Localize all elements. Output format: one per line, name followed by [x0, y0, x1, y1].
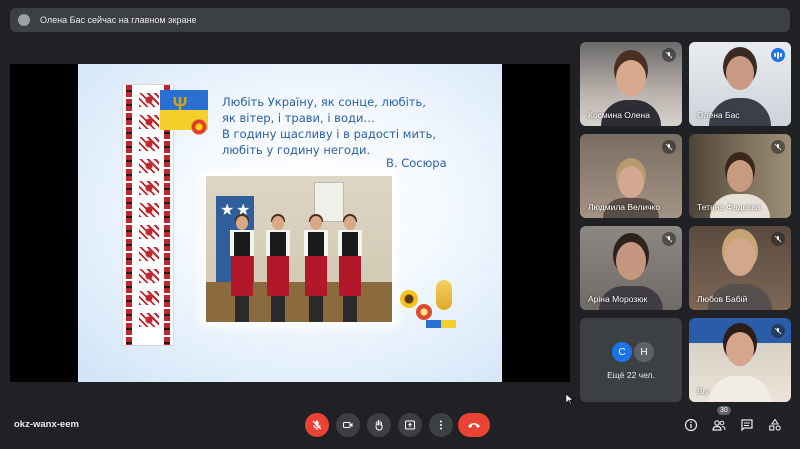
mic-off-icon — [662, 48, 676, 62]
more-options-button[interactable] — [429, 413, 453, 437]
meeting-code[interactable]: okz-wanx-eem — [14, 419, 79, 430]
activities-button[interactable] — [766, 416, 784, 434]
chat-icon — [741, 419, 753, 432]
participant-name: Тетяна Фадєєва — [697, 202, 761, 212]
mic-off-icon — [771, 324, 785, 338]
present-icon — [405, 420, 415, 430]
poem-line: В годину щасливу і в радості мить, — [222, 127, 437, 141]
people-button[interactable] — [710, 416, 728, 434]
participant-name: Любов Бабій — [697, 294, 748, 304]
camera-toggle-button[interactable] — [336, 413, 360, 437]
poem-line: Любіть Україну, як сонце, любіть, — [222, 95, 426, 109]
ukraine-flag-emblem: Ψ — [160, 90, 208, 136]
mic-off-icon — [771, 232, 785, 246]
presentation-stage[interactable]: Ψ Любіть Україну, як сонце, любіть, як в… — [10, 64, 574, 404]
participant-name: Космина Олена — [588, 110, 650, 120]
mic-off-icon — [662, 232, 676, 246]
mic-toggle-button[interactable] — [305, 413, 329, 437]
participant-tile[interactable]: Людмила Величко — [580, 134, 682, 218]
banner-text: Олена Бас сейчас на главном экране — [40, 15, 197, 25]
flower-bouquet — [396, 270, 460, 336]
participant-avatar: С — [612, 342, 632, 362]
participant-tile[interactable]: Любов Бабій — [689, 226, 791, 310]
poem-line: як вітер, і трави, і води… — [222, 111, 375, 125]
participant-name: Вы — [697, 386, 709, 396]
chat-button[interactable] — [738, 416, 756, 434]
participant-tile[interactable]: Космина Олена — [580, 42, 682, 126]
mic-off-icon — [312, 420, 322, 430]
leave-call-button[interactable] — [458, 413, 490, 437]
mic-off-icon — [662, 140, 676, 154]
self-view-tile[interactable]: Вы — [689, 318, 791, 402]
hand-icon — [375, 420, 383, 431]
present-screen-button[interactable] — [398, 413, 422, 437]
participant-name: Людмила Величко — [588, 202, 661, 212]
mouse-cursor-icon — [566, 394, 574, 404]
hang-up-icon — [468, 423, 480, 428]
activities-icon — [769, 418, 781, 431]
participant-name: Олена Бас — [697, 110, 740, 120]
participant-avatar: Н — [634, 342, 654, 362]
participant-name: Аріна Морозюк — [588, 294, 648, 304]
poem-text: Любіть Україну, як сонце, любіть, як віт… — [222, 94, 436, 158]
presenter-avatar-icon — [18, 14, 30, 26]
info-icon — [684, 418, 698, 432]
participant-tile[interactable]: Тетяна Фадєєва — [689, 134, 791, 218]
class-photo: ★ ★ — [206, 176, 392, 322]
participant-tile-active-speaker[interactable]: Олена Бас — [689, 42, 791, 126]
more-participants-tile[interactable]: С Н Ещё 22 чел. — [580, 318, 682, 402]
mic-off-icon — [771, 140, 785, 154]
slide: Ψ Любіть Україну, як сонце, любіть, як в… — [78, 64, 502, 382]
people-count-badge: 30 — [717, 406, 731, 415]
more-vert-icon — [440, 420, 442, 430]
participant-tile[interactable]: Аріна Морозюк — [580, 226, 682, 310]
poem-author: В. Сосюра — [386, 156, 447, 170]
people-icon — [712, 420, 726, 431]
more-participants-label: Ещё 22 чел. — [607, 370, 655, 380]
camera-icon — [343, 422, 353, 428]
meeting-info-button[interactable] — [682, 416, 700, 434]
presentation-banner: Олена Бас сейчас на главном экране — [10, 8, 790, 32]
raise-hand-button[interactable] — [367, 413, 391, 437]
speaking-indicator-icon — [771, 48, 785, 62]
